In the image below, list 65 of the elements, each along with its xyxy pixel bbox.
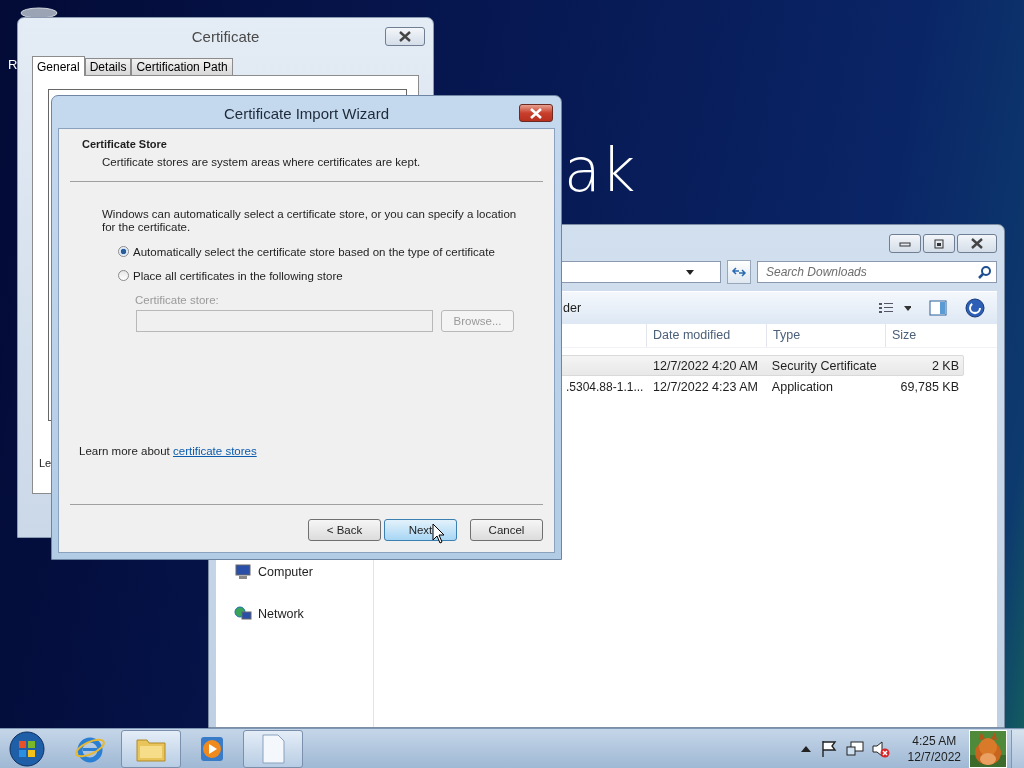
radio-option[interactable]: Automatically select the certificate store based on the type of certificate (118, 245, 543, 258)
wallpaper-text: ak (564, 140, 636, 200)
panel-text: Le (39, 457, 52, 469)
nav-item[interactable]: Network (234, 604, 373, 624)
refresh-button[interactable] (727, 260, 751, 284)
computer-icon (234, 564, 252, 580)
document-icon (260, 732, 286, 765)
speaker-muted-icon[interactable] (871, 739, 890, 758)
flag-icon[interactable] (819, 739, 838, 758)
radio-button[interactable] (118, 270, 129, 281)
preview-pane-icon[interactable] (929, 300, 947, 316)
close-icon (398, 31, 412, 42)
table-cell-text: 12/7/2022 4:20 AM (652, 358, 759, 373)
tab[interactable]: Certification Path (131, 58, 233, 75)
network-icon[interactable] (845, 739, 864, 758)
close-button[interactable] (385, 27, 425, 46)
clock-date[interactable]: 12/7/2022 (907, 748, 961, 765)
window-title: Certificate Import Wizard (222, 105, 390, 122)
tab[interactable]: Details (84, 58, 132, 75)
page-heading: Certificate Store (82, 138, 168, 150)
close-button[interactable] (957, 234, 997, 253)
file-name: .5304.88-1.1... (566, 379, 644, 394)
table-cell-text: 2 KB (930, 358, 960, 373)
next-button[interactable]: Next (384, 519, 457, 541)
dropdown-icon[interactable] (686, 269, 694, 275)
tab[interactable]: General (32, 56, 85, 76)
network-icon (234, 606, 252, 622)
clock-time[interactable]: 4:25 AM (912, 732, 957, 749)
close-icon (970, 238, 984, 249)
maximize-button[interactable] (923, 234, 955, 253)
search-field[interactable]: Search Downloads (757, 261, 997, 283)
minimize-button[interactable] (889, 234, 921, 253)
cursor-icon (432, 523, 446, 544)
table-cell-text: 12/7/2022 4:23 AM (652, 379, 759, 394)
back-button[interactable]: < Back (308, 519, 381, 541)
minimize-icon (899, 240, 911, 247)
desktop-text: R (8, 57, 18, 72)
view-icon[interactable] (879, 302, 911, 314)
cancel-button[interactable]: Cancel (470, 519, 543, 541)
column-header[interactable]: Type (766, 324, 885, 347)
page-subheading: Certificate stores are system areas where certificates are kept. (102, 156, 422, 168)
start-button[interactable] (8, 729, 46, 768)
learn-more-link[interactable]: certificate stores (173, 445, 257, 457)
radio-option[interactable]: Place all certificates in the following store (118, 269, 543, 282)
window-title: Certificate (190, 28, 261, 45)
folder-taskbar-button[interactable] (121, 729, 181, 768)
table-cell-text: 69,785 KB (899, 379, 960, 394)
search-icon (978, 265, 992, 279)
nav-item[interactable]: Computer (234, 562, 373, 582)
document-taskbar-button[interactable] (243, 729, 303, 768)
close-button[interactable] (519, 104, 553, 122)
field-label: Certificate store: (135, 294, 220, 306)
restore-icon (933, 238, 945, 249)
close-icon (529, 107, 543, 119)
column-header[interactable]: Date modified (646, 324, 766, 347)
table-cell-text: Security Certificate (770, 358, 878, 373)
help-icon[interactable] (965, 298, 985, 318)
disk-icon (20, 7, 58, 19)
learn-more-text: Learn more about certificate stores (79, 445, 258, 457)
column-header[interactable]: Size (885, 324, 965, 347)
table-cell-text: Application (770, 379, 834, 394)
instruction-text: Windows can automatically select a certificate store, or you can specify a location for the certificate. (102, 208, 518, 234)
radio-button[interactable] (118, 246, 129, 257)
show-hidden-icons-icon[interactable] (799, 744, 812, 753)
refresh-icon (731, 266, 747, 278)
